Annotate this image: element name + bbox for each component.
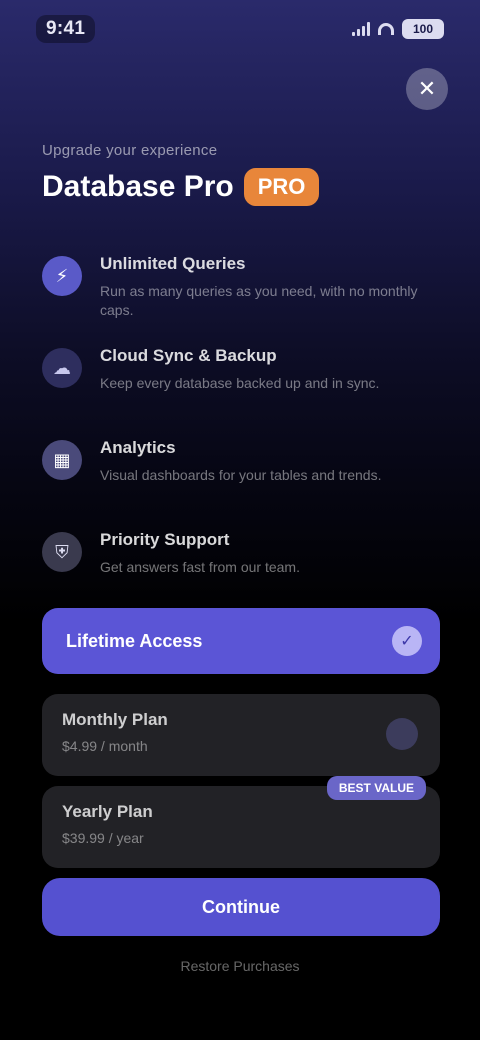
signal-icon (352, 22, 370, 36)
battery-icon: 100 (402, 19, 444, 39)
feature-item: ⛨ Priority Support Get answers fast from… (42, 526, 440, 618)
cloud-icon: ☁ (42, 348, 82, 388)
plan-price: $4.99 / month (62, 738, 148, 754)
plan-option-lifetime[interactable]: Lifetime Access ✓ (42, 608, 440, 674)
shield-icon: ⛨ (42, 532, 82, 572)
feature-title: Analytics (100, 438, 176, 457)
feature-item: ▦ Analytics Visual dashboards for your t… (42, 434, 440, 526)
status-icons: 100 (352, 19, 444, 39)
plan-option-yearly[interactable]: BEST VALUE Yearly Plan $39.99 / year (42, 776, 440, 868)
plan-option-label: Lifetime Access (66, 630, 203, 651)
feature-desc: Get answers fast from our team. (100, 559, 300, 575)
bolt-icon: ⚡ (42, 256, 82, 296)
feature-list: ⚡ Unlimited Queries Run as many queries … (42, 250, 440, 618)
plan-name: Monthly Plan (62, 710, 168, 729)
feature-desc: Keep every database backed up and in syn… (100, 375, 380, 391)
close-button[interactable]: ✕ (406, 68, 448, 110)
plan-price: $39.99 / year (62, 830, 144, 846)
pro-badge: PRO (243, 168, 320, 206)
radio-icon[interactable] (386, 718, 418, 750)
title-row: Database Pro PRO (42, 168, 320, 206)
plan-option-monthly[interactable]: Monthly Plan $4.99 / month (42, 694, 440, 776)
wifi-icon (378, 23, 394, 35)
status-bar: 9:41 100 (36, 14, 444, 44)
feature-title: Unlimited Queries (100, 254, 246, 273)
feature-desc: Run as many queries as you need, with no… (100, 283, 418, 318)
restore-purchases-link[interactable]: Restore Purchases (0, 958, 480, 974)
check-icon: ✓ (392, 626, 422, 656)
status-time: 9:41 (36, 15, 96, 43)
battery-level: 100 (412, 22, 434, 36)
continue-button[interactable]: Continue (42, 878, 440, 936)
feature-item: ⚡ Unlimited Queries Run as many queries … (42, 250, 440, 342)
close-icon: ✕ (417, 76, 437, 101)
feature-title: Cloud Sync & Backup (100, 346, 277, 365)
feature-title: Priority Support (100, 530, 230, 549)
feature-desc: Visual dashboards for your tables and tr… (100, 467, 382, 483)
page-title: Database Pro (42, 170, 234, 203)
chart-icon: ▦ (42, 440, 82, 480)
eyebrow-text: Upgrade your experience (42, 142, 218, 159)
plan-name: Yearly Plan (62, 802, 153, 821)
best-value-badge: BEST VALUE (326, 776, 426, 800)
feature-item: ☁ Cloud Sync & Backup Keep every databas… (42, 342, 440, 434)
